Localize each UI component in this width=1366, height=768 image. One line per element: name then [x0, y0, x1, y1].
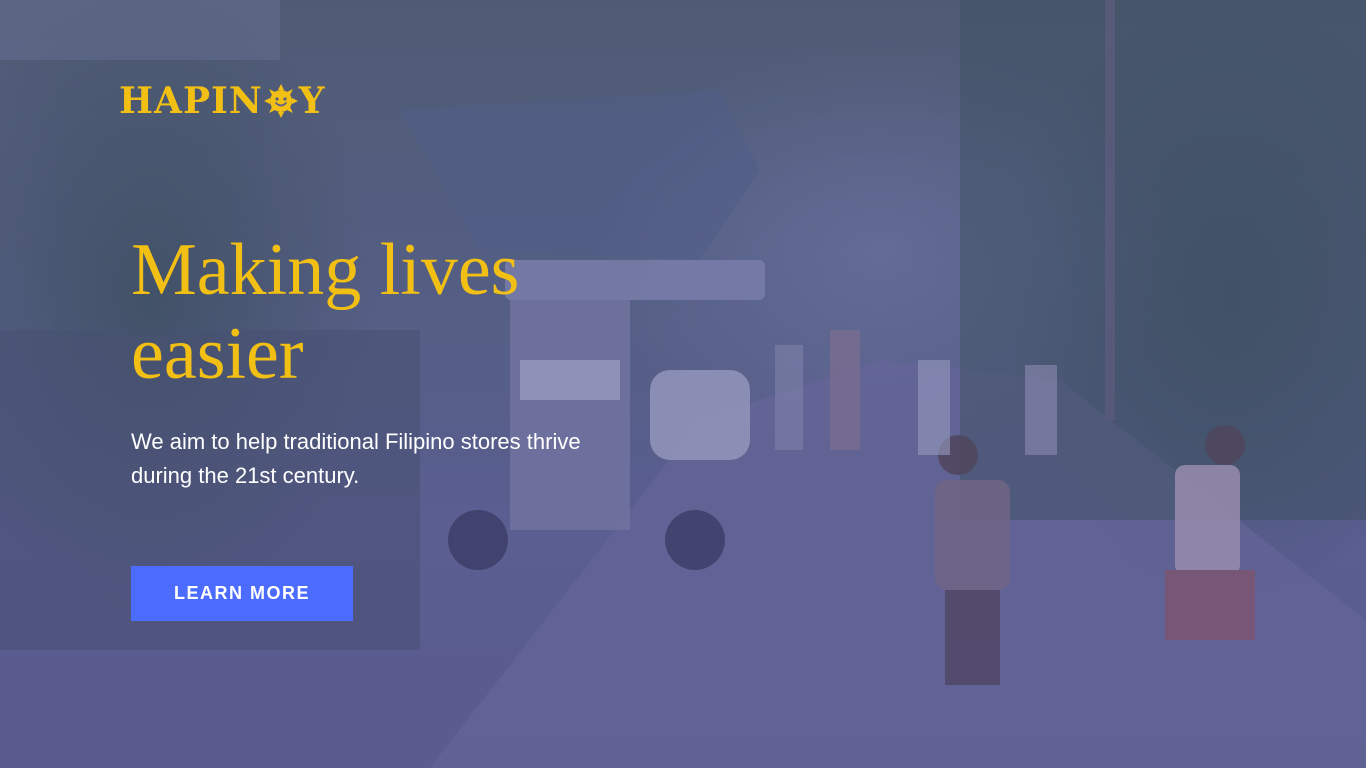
hero-subtext: We aim to help traditional Filipino stor…	[131, 429, 581, 488]
smiling-sun-icon	[263, 84, 298, 118]
logo-text-suffix: Y	[298, 80, 326, 122]
learn-more-button[interactable]: LEARN MORE	[131, 566, 353, 621]
hero-headline: Making lives easier	[131, 229, 520, 395]
logo-text-prefix: HAPIN	[119, 80, 263, 122]
brand-logo[interactable]: HAPIN Y	[119, 80, 325, 122]
